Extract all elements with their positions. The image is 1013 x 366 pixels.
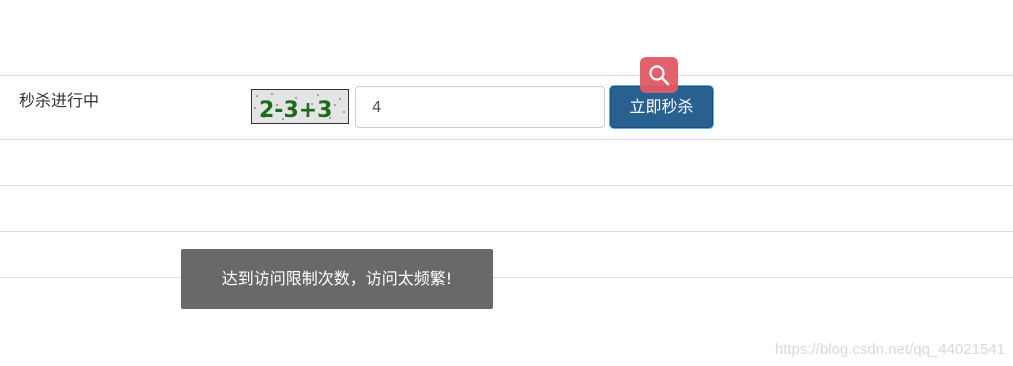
table-row-divider: [0, 75, 1013, 76]
table-row-divider: [0, 185, 1013, 186]
watermark: https://blog.csdn.net/qq_44021541: [774, 341, 1005, 358]
captcha-image[interactable]: 2-3+3: [251, 89, 349, 124]
toast-message: 达到访问限制次数，访问太频繁!: [181, 249, 493, 309]
seckill-status-text: 秒杀进行中: [19, 91, 100, 110]
floating-search-badge[interactable]: [640, 57, 678, 93]
table-row-divider: [0, 231, 1013, 232]
page: 秒杀进行中 2-3+3 立即秒杀 达到访问限制次数: [0, 0, 1013, 366]
captcha-answer-input[interactable]: [355, 86, 605, 128]
table-row-divider: [0, 277, 1013, 278]
table-row-divider: [0, 139, 1013, 140]
captcha-text: 2-3+3: [259, 98, 333, 123]
